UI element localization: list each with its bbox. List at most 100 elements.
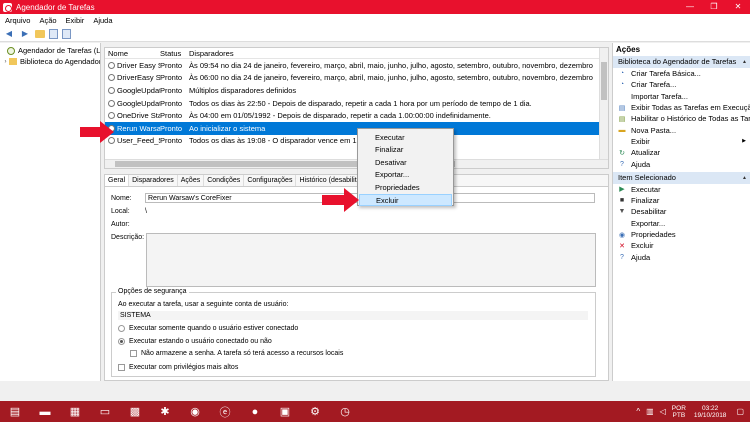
action-label: Ajuda — [631, 159, 651, 169]
tab-configuracoes[interactable]: Configurações — [244, 175, 297, 186]
task-context-menu: Executar Finalizar Desativar Exportar...… — [357, 128, 454, 207]
windows-start-icon[interactable]: ▤ — [7, 404, 23, 420]
calculator-icon[interactable]: ▦ — [67, 404, 83, 420]
option-highest-privileges[interactable]: Executar com privilégios mais altos — [118, 364, 238, 371]
action-item[interactable]: ◉ Propriedades — [613, 229, 750, 240]
action-item[interactable]: ✕ Excluir — [613, 240, 750, 251]
app-icon[interactable]: ● — [247, 404, 263, 420]
edge-icon[interactable]: ⓔ — [217, 404, 233, 420]
volume-icon[interactable]: ◁ — [660, 407, 666, 416]
action-item[interactable]: ■ Finalizar — [613, 195, 750, 206]
task-row[interactable]: Driver Easy Scheduled ScanPronto Às 09:54… — [105, 59, 608, 72]
action-item[interactable]: ? Ajuda — [613, 158, 750, 169]
app-icon[interactable]: ✱ — [157, 404, 173, 420]
action-item[interactable]: ◔ Criar Tarefa... — [613, 79, 750, 90]
task-list-header: Nome Status Disparadores — [105, 48, 608, 59]
tab-condicoes[interactable]: Condições — [204, 175, 245, 186]
action-label: Finalizar — [631, 196, 660, 206]
task-list-vertical-scrollbar[interactable] — [599, 48, 608, 168]
column-header-name[interactable]: Nome — [105, 49, 160, 58]
tab-acoes[interactable]: Ações — [178, 175, 205, 186]
action-center-icon[interactable]: ▢ — [736, 407, 744, 416]
action-label: Executar — [631, 184, 661, 194]
task-status: Pronto — [160, 136, 183, 146]
task-scheduler-taskbar-icon[interactable]: ◷ — [337, 404, 353, 420]
task-row[interactable]: GoogleUpdateTaskMachineCorePronto Múltipl… — [105, 84, 608, 97]
folder-icon[interactable] — [35, 29, 45, 38]
action-item[interactable]: ◔ Criar Tarefa Básica... — [613, 68, 750, 79]
task-clock-icon — [108, 86, 115, 94]
action-item[interactable]: ▬ Nova Pasta... — [613, 124, 750, 135]
action-item[interactable]: ▼ Desabilitar — [613, 206, 750, 217]
context-menu-desativar[interactable]: Desativar — [358, 157, 453, 169]
settings-icon[interactable]: ⚙ — [307, 404, 323, 420]
radio-button[interactable] — [118, 325, 125, 332]
security-options-legend: Opções de segurança — [116, 288, 189, 295]
action-item[interactable]: ▤ Habilitar o Histórico de Todas as Taref… — [613, 113, 750, 124]
checkbox[interactable] — [130, 350, 137, 357]
option-do-not-store-password[interactable]: Não armazene a senha. A tarefa só terá a… — [130, 350, 343, 357]
spreadsheet-icon[interactable]: ▩ — [127, 404, 143, 420]
back-arrow-icon[interactable]: ◀ — [3, 28, 15, 40]
file-explorer-icon[interactable]: ▬ — [37, 404, 53, 420]
task-row[interactable]: OneDrive Standalone Update TaskPronto Às … — [105, 109, 608, 122]
column-header-status[interactable]: Status — [160, 49, 189, 58]
menu-acao[interactable]: Ação — [39, 16, 56, 25]
new-folder-icon: ▬ — [618, 126, 626, 134]
context-menu-finalizar[interactable]: Finalizar — [358, 144, 453, 156]
action-label: Exportar... — [631, 218, 666, 228]
task-name: GoogleUpdateTaskMachineCore — [117, 85, 160, 95]
system-clock[interactable]: 03:22 19/10/2018 — [694, 405, 727, 419]
action-item[interactable]: ▶ Executar — [613, 184, 750, 195]
tree-item-library[interactable]: › Biblioteca do Agendador de Tarefas — [0, 56, 101, 67]
app-icon[interactable]: ▣ — [277, 404, 293, 420]
tab-geral[interactable]: Geral — [105, 175, 130, 186]
context-menu-executar[interactable]: Executar — [358, 132, 453, 144]
task-row[interactable]: GoogleUpdateTaskMachineUAPronto Todos os … — [105, 97, 608, 110]
menu-exibir[interactable]: Exibir — [66, 16, 85, 25]
submenu-arrow-icon: ▶ — [742, 138, 746, 145]
window-controls: — ❐ ✕ — [678, 0, 750, 14]
create-basic-task-icon: ◔ — [619, 70, 625, 78]
action-item[interactable]: Importar Tarefa... — [613, 91, 750, 102]
tree-item-scheduler-root[interactable]: Agendador de Tarefas (Local) — [0, 45, 100, 56]
action-item[interactable]: ▤ Exibir Todas as Tarefas em Execução — [613, 102, 750, 113]
checkbox[interactable] — [118, 364, 125, 371]
menu-arquivo[interactable]: Arquivo — [5, 16, 30, 25]
task-clock-icon — [108, 112, 115, 120]
network-icon[interactable]: ▥ — [646, 407, 654, 416]
action-label: Propriedades — [631, 230, 676, 239]
close-button[interactable]: ✕ — [726, 0, 750, 14]
minimize-button[interactable]: — — [678, 0, 702, 14]
radio-button-selected[interactable] — [118, 338, 125, 345]
actions-section-library[interactable]: Biblioteca do Agendador de Tarefas — [613, 56, 750, 68]
action-item[interactable]: ↻ Atualizar — [613, 147, 750, 158]
task-row[interactable]: DriverEasy Scheduled ScanPronto Às 06:00 … — [105, 72, 608, 85]
maximize-button[interactable]: ❐ — [702, 0, 726, 14]
show-hide-pane-icon[interactable] — [62, 28, 71, 39]
action-item[interactable]: Exibir ▶ — [613, 136, 750, 147]
menu-ajuda[interactable]: Ajuda — [93, 16, 112, 25]
properties-doc-icon[interactable] — [49, 28, 58, 39]
forward-arrow-icon[interactable]: ▶ — [19, 28, 31, 40]
context-menu-excluir[interactable]: Excluir — [359, 193, 452, 207]
notification-chevron-icon[interactable]: ^ — [636, 407, 640, 416]
description-field[interactable] — [146, 233, 596, 287]
expand-chevron-icon[interactable]: › — [2, 59, 9, 65]
action-item[interactable]: ? Ajuda — [613, 251, 750, 262]
running-tasks-icon: ▤ — [618, 104, 626, 112]
action-item[interactable]: Exportar... — [613, 218, 750, 229]
actions-section-selected-item[interactable]: Item Selecionado — [613, 171, 750, 184]
column-header-triggers[interactable]: Disparadores — [189, 49, 608, 58]
task-name: OneDrive Standalone Update Task — [117, 111, 160, 121]
context-menu-exportar[interactable]: Exportar... — [358, 169, 453, 181]
input-language[interactable]: POR PTB — [672, 405, 686, 419]
task-name: Driver Easy Scheduled Scan — [117, 60, 160, 70]
tab-disparadores[interactable]: Disparadores — [129, 175, 178, 186]
context-menu-propriedades[interactable]: Propriedades — [358, 182, 453, 194]
actions-pane: Ações Biblioteca do Agendador de Tarefas… — [612, 43, 750, 381]
terminal-icon[interactable]: ▭ — [97, 404, 113, 420]
option-run-only-logged-on[interactable]: Executar somente quando o usuário estive… — [118, 325, 298, 332]
chrome-icon[interactable]: ◉ — [187, 404, 203, 420]
option-run-whether-logged-on[interactable]: Executar estando o usuário conectado ou … — [118, 338, 272, 345]
